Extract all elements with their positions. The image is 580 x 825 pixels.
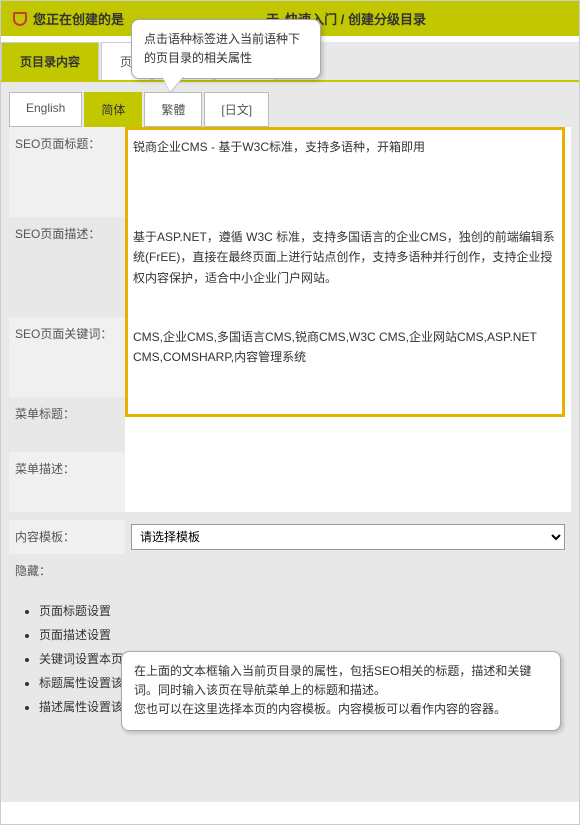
- label-seo-kw: SEO页面关键词：: [9, 317, 125, 397]
- lang-tab-english[interactable]: English: [9, 92, 82, 127]
- language-tabs: English 简体 繁體 [日文]: [9, 92, 571, 127]
- label-menu-desc: 菜单描述：: [9, 452, 125, 512]
- label-seo-desc: SEO页面描述：: [9, 217, 125, 317]
- callout-language-tabs: 点击语种标签进入当前语种下的页目录的相关属性: [131, 19, 321, 79]
- field-seo-desc[interactable]: 基于ASP.NET，遵循 W3C 标准，支持多国语言的企业CMS，独创的前端编辑…: [125, 217, 571, 317]
- label-hidden: 隐藏：: [9, 554, 125, 587]
- form-rows: SEO页面标题： 锐商企业CMS - 基于W3C标准，支持多语种，开箱即用 SE…: [9, 127, 571, 587]
- label-template: 内容模板：: [9, 520, 125, 554]
- label-menu-title: 菜单标题：: [9, 397, 125, 452]
- lang-tab-traditional[interactable]: 繁體: [144, 92, 202, 127]
- field-seo-kw[interactable]: CMS,企业CMS,多国语言CMS,锐商CMS,W3C CMS,企业网站CMS,…: [125, 317, 571, 397]
- callout-form-help: 在上面的文本框输入当前页目录的属性，包括SEO相关的标题，描述和关键词。同时输入…: [121, 651, 561, 731]
- field-seo-title[interactable]: 锐商企业CMS - 基于W3C标准，支持多语种，开箱即用: [125, 127, 571, 217]
- field-menu-desc[interactable]: [125, 452, 571, 512]
- field-menu-title[interactable]: [125, 397, 571, 452]
- shield-icon: [13, 12, 27, 26]
- bullet-item: 页面描述设置: [39, 626, 563, 643]
- template-select[interactable]: 请选择模板: [131, 524, 565, 550]
- label-seo-title: SEO页面标题：: [9, 127, 125, 217]
- lang-tab-simplified[interactable]: 简体: [84, 92, 142, 127]
- lang-tab-japanese[interactable]: [日文]: [204, 92, 269, 127]
- tab-content[interactable]: 页目录内容: [1, 42, 99, 80]
- bullet-item: 页面标题设置: [39, 602, 563, 619]
- notice-prefix: 您正在创建的是: [33, 9, 124, 28]
